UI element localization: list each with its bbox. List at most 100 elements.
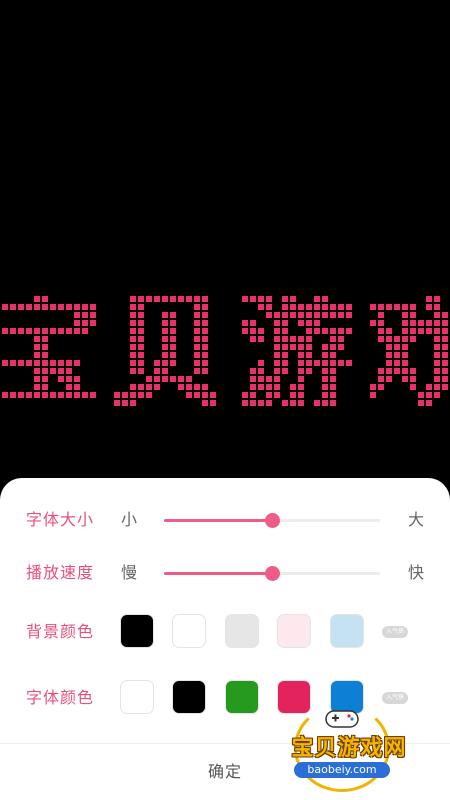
led-dot (402, 368, 408, 374)
led-dot (82, 328, 88, 334)
led-display (0, 0, 450, 480)
watermark-title: 宝贝游戏网 (291, 736, 407, 761)
led-dot (250, 400, 256, 406)
led-dot (194, 304, 200, 310)
led-dot (330, 304, 336, 310)
led-dot (34, 376, 40, 382)
led-dot (290, 336, 296, 342)
led-dot (402, 336, 408, 342)
led-dot (338, 312, 344, 318)
font-size-slider-thumb[interactable] (265, 513, 280, 528)
led-dot (42, 376, 48, 382)
led-dot (34, 392, 40, 398)
led-dot (66, 384, 72, 390)
led-dot (434, 320, 440, 326)
led-dot (394, 368, 400, 374)
led-dot (330, 368, 336, 374)
led-dot (410, 304, 416, 310)
led-dot (274, 368, 280, 374)
led-dot (274, 384, 280, 390)
led-dot (370, 304, 376, 310)
led-dot (394, 304, 400, 310)
led-dot (154, 384, 160, 390)
speed-min-label: 慢 (121, 563, 138, 582)
led-dot (130, 296, 136, 302)
led-dot (378, 384, 384, 390)
bg-more-badge[interactable]: 入气侠 (382, 626, 409, 638)
led-dot (306, 368, 312, 374)
led-dot (434, 352, 440, 358)
led-dot (306, 336, 312, 342)
led-dot (170, 312, 176, 318)
led-dot (250, 392, 256, 398)
text-swatch-green[interactable] (225, 680, 259, 714)
led-dot (322, 392, 328, 398)
led-dot (402, 312, 408, 318)
led-dot (42, 304, 48, 310)
led-dot (74, 392, 80, 398)
led-dot (402, 344, 408, 350)
led-dot (26, 392, 32, 398)
bg-swatch-black[interactable] (120, 614, 154, 648)
led-dot (426, 384, 432, 390)
bg-swatch-white[interactable] (172, 614, 206, 648)
font-size-row: 字体大小 小 大 (0, 500, 450, 540)
led-dot (282, 304, 288, 310)
led-dot (202, 312, 208, 318)
led-text-dots (2, 296, 448, 406)
bg-swatch-light-gray[interactable] (225, 614, 259, 648)
led-dot (442, 328, 448, 334)
led-dot (130, 304, 136, 310)
bg-swatch-light-pink[interactable] (277, 614, 311, 648)
watermark-logo: 宝贝游戏网 baobeiy.com (274, 700, 424, 796)
font-size-max-label: 大 (408, 510, 425, 529)
led-dot (178, 376, 184, 382)
led-dot (290, 304, 296, 310)
led-dot (194, 368, 200, 374)
text-swatch-black[interactable] (172, 680, 206, 714)
led-dot (82, 320, 88, 326)
speed-slider[interactable] (164, 566, 380, 581)
led-dot (290, 392, 296, 398)
led-dot (50, 392, 56, 398)
led-dot (282, 360, 288, 366)
led-dot (314, 360, 320, 366)
bg-swatch-light-blue[interactable] (330, 614, 364, 648)
led-dot (10, 392, 16, 398)
led-dot (442, 368, 448, 374)
led-dot (170, 360, 176, 366)
led-dot (138, 360, 144, 366)
led-dot (74, 320, 80, 326)
led-dot (298, 384, 304, 390)
led-dot (434, 384, 440, 390)
led-dot (50, 360, 56, 366)
led-dot (34, 352, 40, 358)
speed-slider-thumb[interactable] (265, 566, 280, 581)
led-dot (250, 296, 256, 302)
led-dot (194, 320, 200, 326)
text-swatch-white[interactable] (120, 680, 154, 714)
led-dot (74, 376, 80, 382)
led-dot (42, 368, 48, 374)
led-dot (378, 320, 384, 326)
led-dot (330, 392, 336, 398)
led-dot (266, 400, 272, 406)
led-dot (434, 360, 440, 366)
speed-row: 播放速度 慢 快 (0, 553, 450, 593)
led-dot (314, 304, 320, 310)
led-dot (266, 296, 272, 302)
font-size-slider[interactable] (164, 513, 380, 528)
app-screen: 字体大小 小 大 播放速度 慢 快 背景颜色 入气侠 字体颜色 入气侠 确定 宝… (0, 0, 450, 800)
led-dot (202, 392, 208, 398)
led-dot (250, 368, 256, 374)
led-dot (146, 392, 152, 398)
led-dot (434, 328, 440, 334)
led-dot (290, 312, 296, 318)
led-dot (114, 400, 120, 406)
led-dot (50, 328, 56, 334)
led-dot (290, 296, 296, 302)
led-dot (210, 392, 216, 398)
led-dot (274, 344, 280, 350)
led-dot (138, 312, 144, 318)
led-dot (434, 368, 440, 374)
